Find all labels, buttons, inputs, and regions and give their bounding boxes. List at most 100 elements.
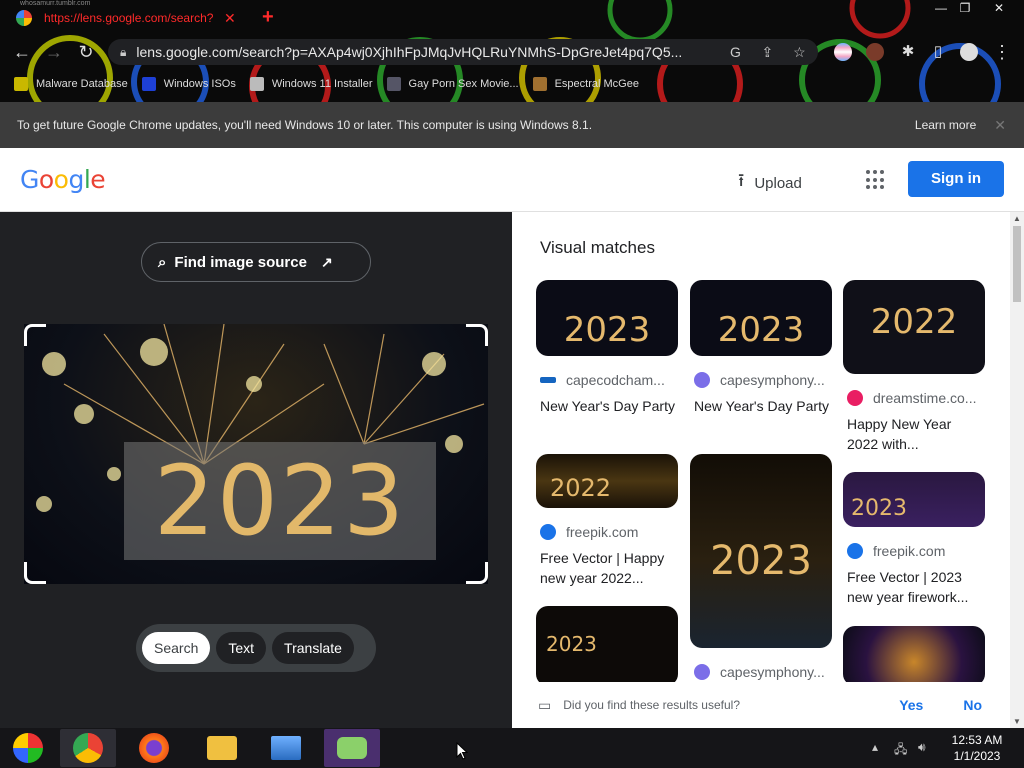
result-card[interactable]: 2023 (536, 606, 678, 686)
chrome-icon (73, 733, 103, 763)
result-caption[interactable]: Free Vector | Happy new year 2022... (540, 548, 678, 588)
results-pane: Visual matches 2023 capecodcham... New Y… (512, 212, 1024, 728)
source-favicon-icon (540, 524, 556, 540)
taskbar-file-explorer[interactable] (194, 729, 250, 767)
result-card[interactable]: 2023 capesymphony... (690, 454, 832, 680)
taskbar-photos[interactable] (258, 729, 314, 767)
result-caption[interactable]: New Year's Day Party (540, 396, 678, 416)
result-source[interactable]: capecodcham... (540, 372, 678, 388)
result-caption[interactable]: Happy New Year 2022 with... (847, 414, 985, 454)
bookmark-item[interactable]: Espectral McGee (532, 77, 639, 91)
address-bar[interactable]: 🔒︎ lens.google.com/search?p=AXAp4wj0XjhI… (108, 39, 818, 65)
feedback-yes-button[interactable]: Yes (899, 697, 923, 713)
source-favicon-icon (540, 377, 556, 383)
result-caption[interactable]: New Year's Day Party (694, 396, 832, 416)
bookmark-avatar-icon (532, 77, 547, 91)
result-source[interactable]: capesymphony... (694, 664, 832, 680)
source-favicon-icon (847, 543, 863, 559)
google-logo[interactable]: Google (20, 165, 106, 194)
back-icon[interactable]: ← (10, 42, 34, 63)
result-source[interactable]: freepik.com (847, 543, 985, 559)
result-thumbnail[interactable]: 2023 (690, 454, 832, 648)
feedback-question: Did you find these results useful? (563, 698, 740, 712)
result-caption[interactable]: Free Vector | 2023 new year firework... (847, 567, 985, 607)
bookmark-item[interactable]: Windows ISOs (141, 77, 236, 91)
profile-icon[interactable] (960, 43, 978, 61)
mode-translate[interactable]: Translate (272, 632, 354, 664)
mode-switcher: Search Text Translate (136, 624, 376, 672)
volume-icon[interactable]: 🔊︎ (918, 740, 926, 755)
crop-handle-top-right[interactable] (466, 324, 488, 346)
menu-dots-icon[interactable]: ⋮ (990, 42, 1014, 63)
upload-button[interactable]: ⭱ Upload (738, 168, 802, 198)
scroll-down-icon[interactable]: ▼ (1013, 717, 1021, 726)
lock-icon[interactable]: 🔒︎ (120, 45, 126, 60)
forward-icon[interactable]: → (42, 42, 66, 63)
query-image[interactable]: 2023 (24, 324, 488, 584)
result-thumbnail[interactable]: 2023 (843, 472, 985, 527)
scrollbar-thumb[interactable] (1013, 226, 1021, 302)
photo-viewer-icon (271, 736, 301, 760)
feedback-no-button[interactable]: No (963, 697, 982, 713)
apps-grid-icon[interactable] (866, 170, 886, 190)
tab-strip: whosamurr.tumblr.com https://lens.google… (0, 0, 1024, 34)
extensions-puzzle-icon[interactable]: ✱ (896, 42, 920, 60)
result-card[interactable]: 2022 freepik.com Free Vector | Happy new… (536, 454, 678, 588)
taskbar-firefox[interactable] (126, 729, 182, 767)
taskbar-app[interactable] (324, 729, 380, 767)
reload-icon[interactable]: ↻ (74, 42, 98, 63)
mode-search[interactable]: Search (142, 632, 211, 664)
result-thumbnail[interactable]: 2022 (536, 454, 678, 508)
result-thumbnail[interactable] (843, 626, 985, 686)
bookmarks-bar: Malware Database Windows ISOs Windows 11… (0, 72, 1024, 96)
crop-handle-top-left[interactable] (24, 324, 46, 346)
result-source[interactable]: freepik.com (540, 524, 678, 540)
url-text[interactable]: lens.google.com/search?p=AXAp4wj0XjhIhFp… (136, 44, 711, 60)
new-tab-icon[interactable]: + (262, 6, 274, 29)
app-people-icon (337, 737, 367, 759)
extension-avatar-icon[interactable] (866, 43, 884, 61)
infobar-message: To get future Google Chrome updates, you… (17, 118, 593, 132)
bookmark-item[interactable]: Gay Porn Sex Movie... (386, 77, 519, 91)
page-scrollbar[interactable]: ▲ ▼ (1010, 212, 1024, 728)
result-source[interactable]: capesymphony... (694, 372, 832, 388)
start-button[interactable] (0, 729, 56, 767)
crop-handle-bottom-left[interactable] (24, 562, 46, 584)
lens-header: Google ⭱ Upload Sign in (0, 148, 1024, 212)
sign-in-button[interactable]: Sign in (908, 161, 1004, 197)
taskbar-chrome[interactable] (60, 729, 116, 767)
network-icon[interactable]: 🖧︎ (894, 740, 907, 761)
system-clock[interactable]: 12:53 AM 1/1/2023 (944, 732, 1010, 764)
restore-icon[interactable]: ❐ (950, 0, 980, 16)
result-thumbnail[interactable]: 2022 (843, 280, 985, 374)
result-thumbnail[interactable]: 2023 (690, 280, 832, 356)
bookmark-item[interactable]: Malware Database (14, 77, 128, 91)
scroll-up-icon[interactable]: ▲ (1013, 214, 1021, 223)
result-card[interactable]: 2023 capesymphony... New Year's Day Part… (690, 280, 832, 416)
window-close-icon[interactable]: ✕ (984, 0, 1014, 16)
tray-chevron-icon[interactable]: ▴ (872, 740, 878, 754)
crop-handle-bottom-right[interactable] (466, 562, 488, 584)
result-card[interactable]: 2023 capecodcham... New Year's Day Party (536, 280, 678, 416)
infobar-close-icon[interactable]: ✕ (994, 117, 1006, 134)
tab-title: https://lens.google.com/search?p (44, 11, 214, 25)
extension-flag-icon[interactable] (834, 43, 852, 61)
lens-search-icon: ⌕ (158, 253, 167, 271)
result-card[interactable] (843, 626, 985, 686)
bookmark-item[interactable]: Windows 11 Installer (249, 77, 373, 91)
learn-more-link[interactable]: Learn more (915, 118, 976, 132)
browser-tab[interactable]: https://lens.google.com/search?p ✕ (10, 4, 250, 32)
result-thumbnail[interactable]: 2023 (536, 280, 678, 356)
result-thumbnail[interactable]: 2023 (536, 606, 678, 686)
result-card[interactable]: 2022 dreamstime.co... Happy New Year 202… (843, 280, 985, 454)
google-lens-icon[interactable]: G (727, 44, 743, 60)
bookmark-star-icon[interactable]: ☆ (791, 44, 807, 61)
find-image-source-button[interactable]: ⌕ Find image source ↗ (141, 242, 371, 282)
share-icon[interactable]: ⇪ (759, 44, 775, 61)
source-favicon-icon (694, 372, 710, 388)
result-card[interactable]: 2023 freepik.com Free Vector | 2023 new … (843, 472, 985, 607)
mode-text[interactable]: Text (216, 632, 267, 664)
result-source[interactable]: dreamstime.co... (847, 390, 985, 406)
tab-close-icon[interactable]: ✕ (224, 10, 236, 27)
side-panel-icon[interactable]: ▯ (926, 42, 950, 60)
